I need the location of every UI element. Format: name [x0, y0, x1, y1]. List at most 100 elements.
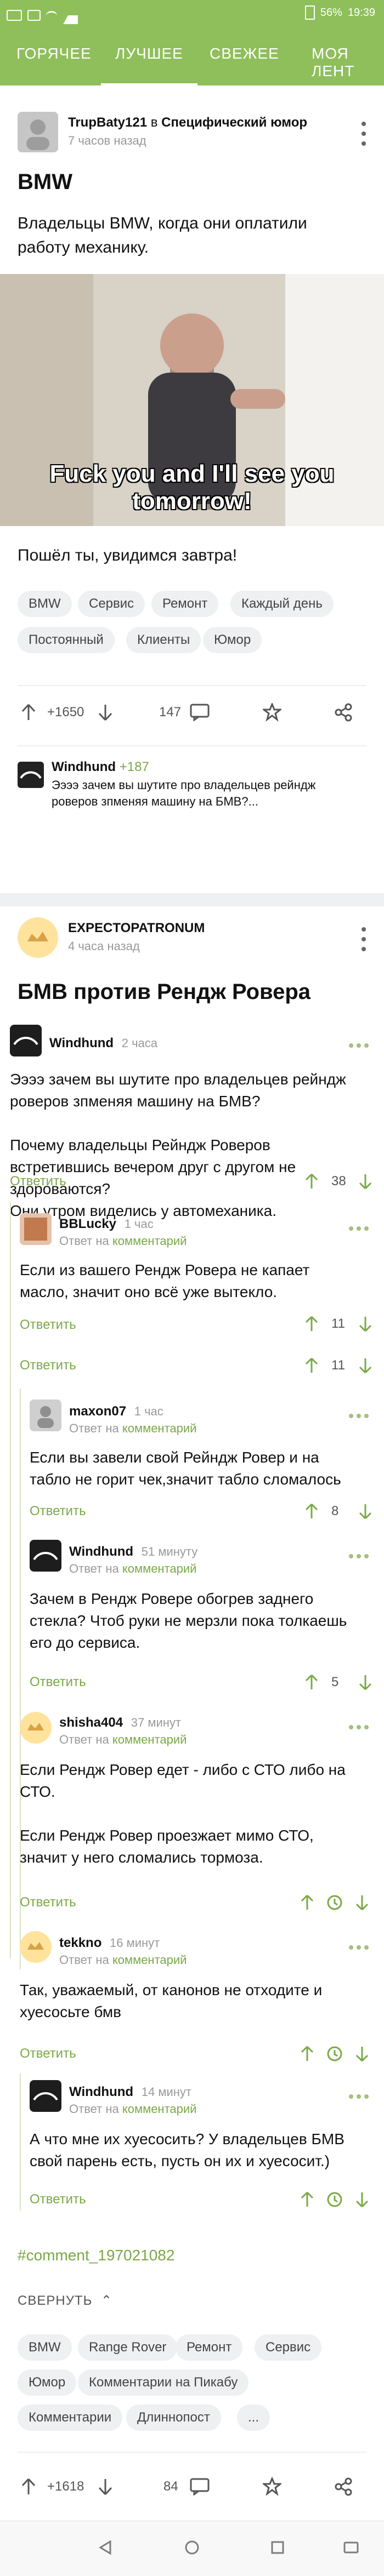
comments-icon[interactable] [189, 2476, 211, 2498]
post-community[interactable]: Специфический юмор [161, 115, 307, 130]
comment-author[interactable]: Windhund [69, 2084, 133, 2099]
downvote-icon[interactable] [354, 1671, 376, 1693]
tag[interactable]: Сервис [78, 591, 145, 617]
downvote-icon[interactable] [94, 2476, 116, 2498]
upvote-icon[interactable] [296, 1892, 318, 1914]
comment-author[interactable]: Windhund [49, 1036, 114, 1050]
tag[interactable]: ... [237, 2404, 270, 2431]
tag[interactable]: Юмор [18, 2369, 77, 2396]
upvote-icon[interactable] [18, 701, 39, 723]
comments-icon[interactable] [189, 701, 211, 723]
tag[interactable]: Ремонт [176, 2334, 243, 2361]
tag[interactable]: Клиенты [126, 627, 201, 653]
comment-avatar[interactable] [20, 1931, 52, 1963]
tag[interactable]: Комментарии [18, 2404, 123, 2431]
collapse-button[interactable]: СВЕРНУТЬ ⌃ [18, 2293, 112, 2309]
reply-button[interactable]: Ответить [30, 1675, 86, 1690]
reply-button[interactable]: Ответить [20, 1358, 76, 1373]
tag[interactable]: BMW [18, 591, 72, 617]
reply-to-link[interactable]: комментарий [112, 1234, 187, 1248]
comment-menu-button[interactable] [349, 1043, 369, 1048]
author-avatar[interactable] [18, 112, 58, 152]
tag[interactable]: Range Rover [78, 2334, 178, 2361]
keyboard-icon[interactable] [340, 2537, 362, 2558]
post-author[interactable]: TrupBaty121 [68, 115, 147, 130]
upvote-icon[interactable] [301, 1671, 323, 1693]
comment-avatar[interactable] [30, 1400, 61, 1431]
comment-reply-to: Ответ на комментарий [59, 1234, 187, 1248]
preview-comment-author[interactable]: Windhund [52, 759, 116, 774]
post-image[interactable]: Fuck you and I'll see you tomorrow! [0, 274, 384, 526]
tab-hot[interactable]: ГОРЯЧЕЕ [16, 45, 92, 62]
downvote-icon[interactable] [351, 2189, 373, 2211]
upvote-icon[interactable] [296, 2043, 318, 2065]
tag[interactable]: Комментарии на Пикабу [78, 2369, 249, 2396]
upvote-icon[interactable] [301, 1170, 323, 1192]
back-icon[interactable] [94, 2537, 116, 2558]
tab-fresh[interactable]: СВЕЖЕЕ [210, 45, 279, 62]
tag[interactable]: Сервис [255, 2334, 322, 2361]
post2-menu-button[interactable] [361, 927, 366, 951]
comment-menu-button[interactable] [349, 2094, 369, 2099]
comment-author[interactable]: tekkno [59, 1935, 101, 1950]
upvote-icon[interactable] [301, 1500, 323, 1522]
comment-avatar[interactable] [30, 2080, 61, 2112]
comment-avatar[interactable] [10, 1025, 42, 1056]
upvote-icon[interactable] [301, 1355, 323, 1376]
comment-avatar[interactable] [20, 1213, 52, 1245]
comment-menu-button[interactable] [349, 1414, 369, 1418]
downvote-icon[interactable] [351, 2043, 373, 2065]
tag[interactable]: Каждый день [230, 591, 334, 617]
reply-button[interactable]: Ответить [30, 1504, 86, 1519]
tag[interactable]: Длиннопост [126, 2404, 221, 2431]
post2-author-avatar[interactable] [18, 917, 58, 958]
downvote-icon[interactable] [354, 1170, 376, 1192]
comment-avatar[interactable] [20, 1712, 52, 1744]
tag[interactable]: Ремонт [151, 591, 219, 617]
star-icon[interactable] [261, 2476, 283, 2498]
share-icon[interactable] [332, 701, 354, 723]
reply-button[interactable]: Ответить [10, 1174, 66, 1189]
reply-to-link[interactable]: комментарий [122, 2102, 197, 2116]
reply-button[interactable]: Ответить [20, 1895, 76, 1910]
tab-best[interactable]: ЛУЧШЕЕ [101, 45, 197, 87]
downvote-icon[interactable] [354, 1313, 376, 1335]
preview-comment-text[interactable]: Ээээ зачем вы шутите про владельцев рейн… [52, 777, 348, 810]
tag[interactable]: Постоянный [18, 627, 115, 653]
reply-button[interactable]: Ответить [20, 2046, 76, 2061]
comment-menu-button[interactable] [349, 1554, 369, 1558]
downvote-icon[interactable] [94, 701, 116, 723]
upvote-icon[interactable] [18, 2476, 39, 2498]
tag[interactable]: BMW [18, 2334, 72, 2361]
share-icon[interactable] [332, 2476, 354, 2498]
comment-author[interactable]: shisha404 [59, 1715, 123, 1730]
upvote-icon[interactable] [301, 1313, 323, 1335]
downvote-icon[interactable] [351, 1892, 373, 1914]
reply-to-link[interactable]: комментарий [122, 1562, 197, 1575]
comment-anchor-link[interactable]: #comment_197021082 [18, 2247, 174, 2264]
star-icon[interactable] [261, 701, 283, 723]
reply-button[interactable]: Ответить [20, 1317, 76, 1333]
comment-menu-button[interactable] [349, 1945, 369, 1950]
post-menu-button[interactable] [361, 122, 366, 146]
tab-my-feed[interactable]: МОЯ ЛЕНТ [312, 45, 384, 80]
reply-to-link[interactable]: комментарий [112, 1953, 187, 1967]
comment-avatar[interactable] [30, 1540, 61, 1572]
comment-menu-button[interactable] [349, 1725, 369, 1729]
comment-author[interactable]: Windhund [69, 1544, 133, 1559]
comment-menu-button[interactable] [349, 1226, 369, 1231]
comment-author[interactable]: BBLucky [59, 1216, 116, 1231]
upvote-icon[interactable] [296, 2189, 318, 2211]
cast-icon [27, 10, 41, 21]
comment-author[interactable]: maxon07 [69, 1404, 126, 1419]
reply-to-link[interactable]: комментарий [112, 1733, 187, 1746]
reply-button[interactable]: Ответить [30, 2192, 86, 2207]
comment-avatar[interactable] [18, 762, 44, 788]
downvote-icon[interactable] [354, 1500, 376, 1522]
reply-to-link[interactable]: комментарий [122, 1421, 197, 1435]
post2-author[interactable]: EXPECTOPATRONUM [68, 921, 205, 936]
downvote-icon[interactable] [354, 1355, 376, 1376]
tag[interactable]: Юмор [203, 627, 262, 653]
home-icon[interactable] [181, 2537, 203, 2558]
recent-apps-icon[interactable] [267, 2537, 289, 2558]
